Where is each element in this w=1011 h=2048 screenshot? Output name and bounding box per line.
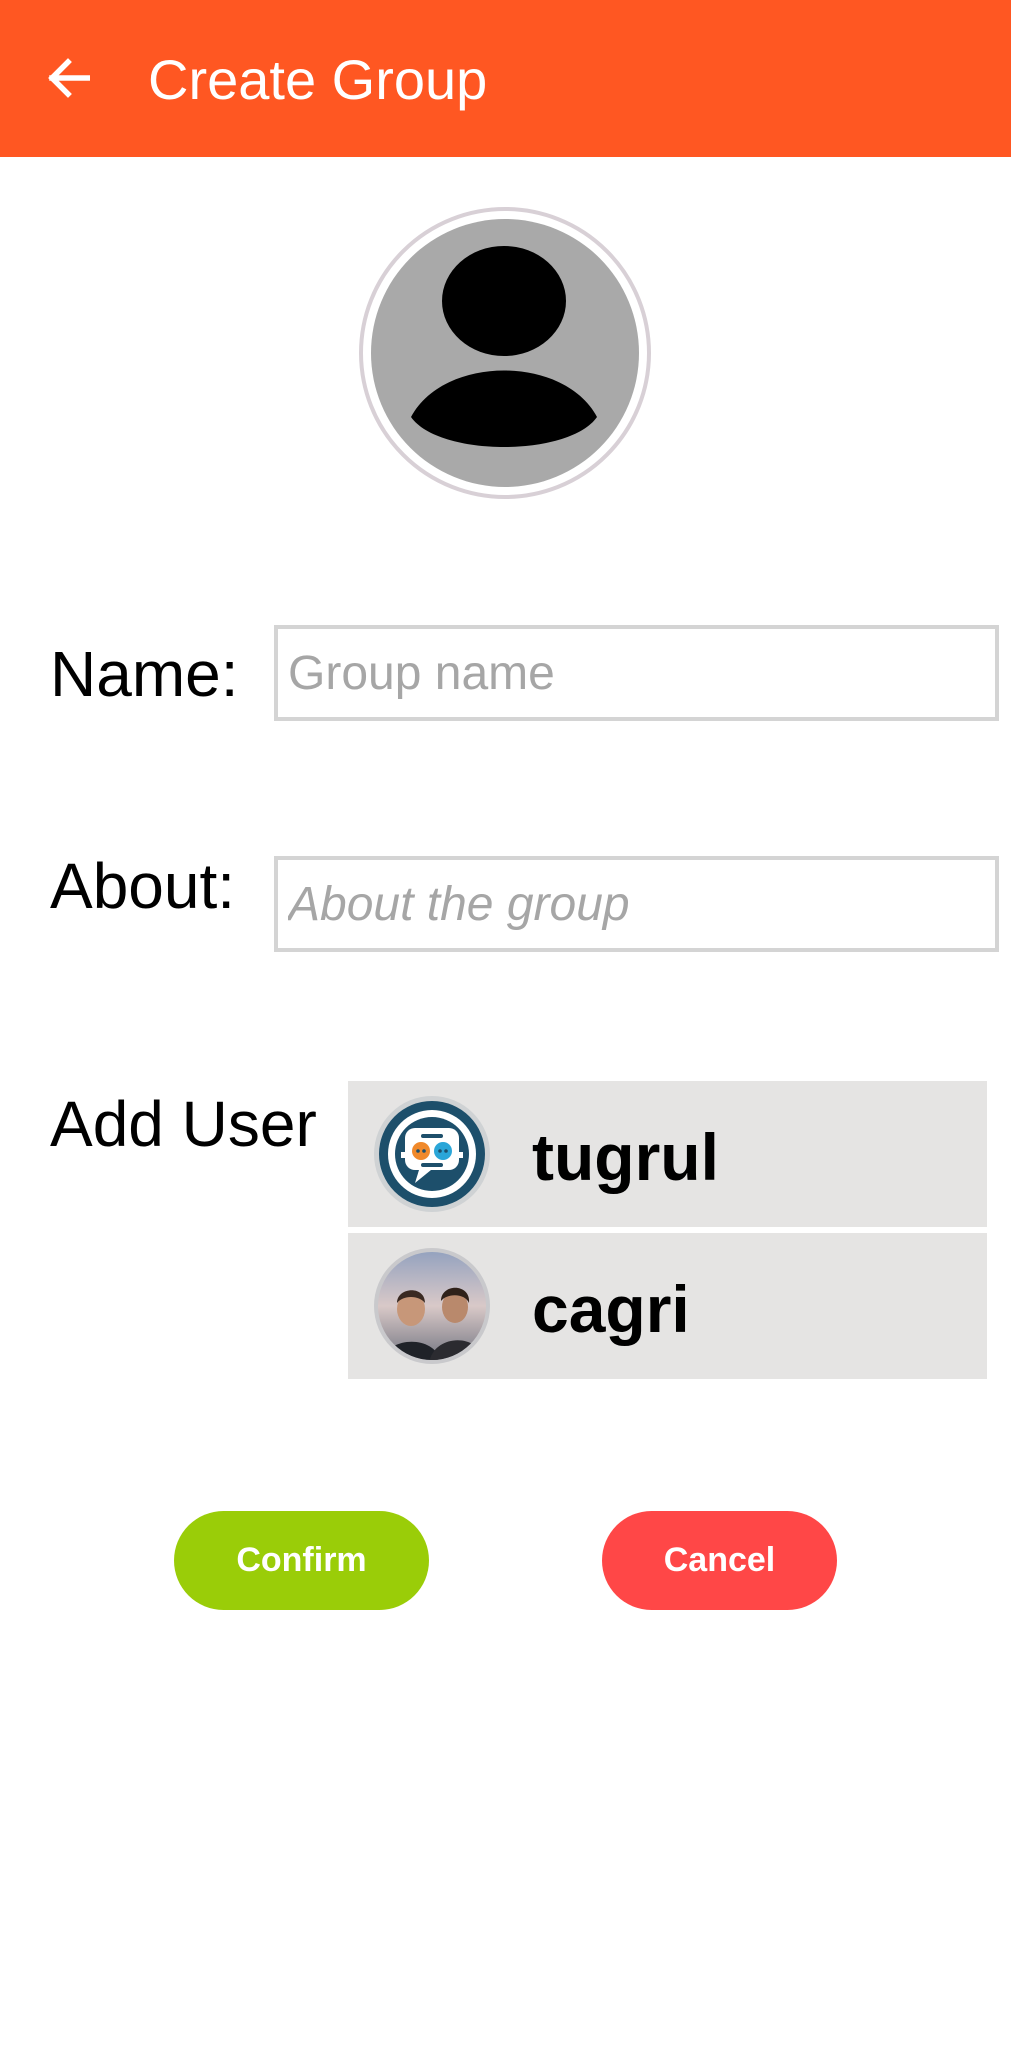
add-user-label: Add User [50, 1088, 317, 1160]
chat-bubbles-logo-icon [374, 1096, 490, 1212]
user-photo-avatar [374, 1248, 490, 1364]
confirm-button[interactable]: Confirm [174, 1511, 429, 1610]
about-field-box [274, 856, 999, 952]
user-name: tugrul [532, 1120, 719, 1194]
user-list-item[interactable]: tugrul [348, 1081, 987, 1227]
arrow-left-icon [48, 58, 90, 98]
user-name: cagri [532, 1272, 690, 1346]
group-name-input[interactable] [278, 629, 995, 717]
name-field-box [274, 625, 999, 721]
cancel-button[interactable]: Cancel [602, 1511, 837, 1610]
user-list-item[interactable]: cagri [348, 1233, 987, 1379]
page-title: Create Group [148, 48, 488, 111]
app-bar: Create Group [0, 0, 1011, 157]
group-avatar-picker[interactable] [359, 207, 651, 499]
person-placeholder-icon [359, 207, 651, 499]
name-label: Name: [50, 638, 239, 710]
group-about-input[interactable] [278, 860, 995, 948]
create-group-screen: Create Group Name: About: Add User [0, 0, 1011, 2048]
back-button[interactable] [36, 46, 100, 110]
about-label: About: [50, 850, 236, 922]
